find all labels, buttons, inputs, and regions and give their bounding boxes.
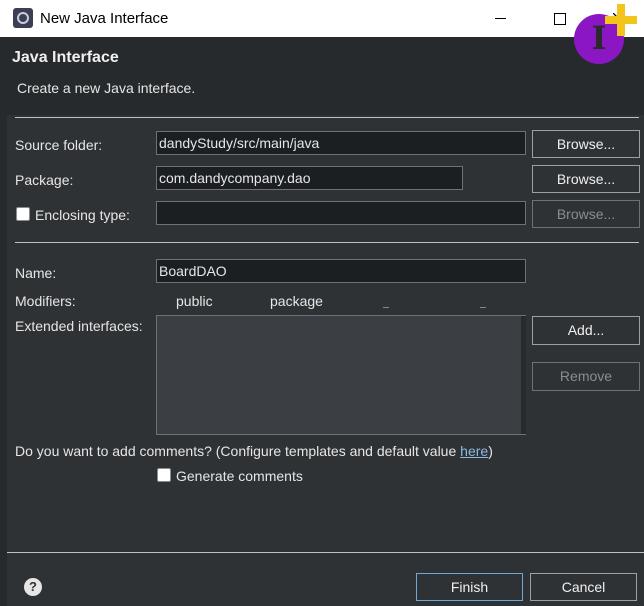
finish-button[interactable]: Finish bbox=[416, 573, 523, 601]
cancel-button[interactable]: Cancel bbox=[530, 573, 637, 601]
name-label: Name: bbox=[15, 265, 57, 281]
generate-comments-label: Generate comments bbox=[176, 468, 303, 484]
remove-interface-button[interactable]: Remove bbox=[532, 362, 640, 391]
name-input[interactable]: BoardDAO bbox=[156, 259, 526, 283]
page-title: Java Interface bbox=[12, 49, 119, 66]
package-label: Package: bbox=[15, 172, 74, 188]
extended-interfaces-list[interactable] bbox=[156, 315, 526, 435]
minimize-icon bbox=[494, 18, 506, 19]
wizard-header: Java Interface Create a new Java interfa… bbox=[7, 37, 644, 115]
source-folder-label: Source folder: bbox=[15, 137, 103, 153]
generate-comments-checkbox[interactable] bbox=[157, 468, 171, 482]
plus-icon bbox=[617, 4, 625, 36]
minimize-button[interactable] bbox=[471, 0, 529, 37]
page-description: Create a new Java interface. bbox=[17, 80, 196, 96]
package-input[interactable]: com.dandycompany.dao bbox=[156, 166, 463, 190]
comments-question: Do you want to add comments? (Configure … bbox=[15, 443, 493, 459]
header-separator bbox=[15, 117, 639, 118]
window-title: New Java Interface bbox=[40, 10, 169, 27]
modifier-package-option[interactable]: package bbox=[270, 293, 323, 309]
footer-separator bbox=[7, 552, 644, 553]
modifier-option-mark bbox=[383, 307, 389, 308]
source-folder-browse-button[interactable]: Browse... bbox=[532, 130, 640, 158]
extended-interfaces-scrollbar[interactable] bbox=[521, 316, 526, 434]
extended-interfaces-label: Extended interfaces: bbox=[15, 318, 143, 334]
source-folder-input[interactable]: dandyStudy/src/main/java bbox=[156, 131, 526, 155]
maximize-icon bbox=[554, 12, 566, 25]
enclosing-type-browse-button[interactable]: Browse... bbox=[532, 200, 640, 228]
title-bar: New Java Interface bbox=[0, 0, 644, 37]
enclosing-type-label: Enclosing type: bbox=[35, 207, 130, 223]
left-edge bbox=[0, 37, 7, 606]
help-icon[interactable]: ? bbox=[24, 578, 42, 596]
package-browse-button[interactable]: Browse... bbox=[532, 165, 640, 193]
enclosing-type-input[interactable] bbox=[156, 201, 526, 225]
modifier-public-option[interactable]: public bbox=[176, 293, 213, 309]
form-separator bbox=[15, 242, 639, 243]
comments-question-text: Do you want to add comments? (Configure … bbox=[15, 443, 461, 459]
comments-question-suffix: ) bbox=[488, 443, 493, 459]
modifiers-label: Modifiers: bbox=[15, 293, 76, 309]
eclipse-app-icon bbox=[13, 8, 33, 28]
configure-templates-link[interactable]: here bbox=[460, 443, 488, 459]
modifier-option-mark bbox=[480, 307, 486, 308]
add-interface-button[interactable]: Add... bbox=[532, 316, 640, 345]
enclosing-type-checkbox[interactable] bbox=[16, 207, 30, 221]
